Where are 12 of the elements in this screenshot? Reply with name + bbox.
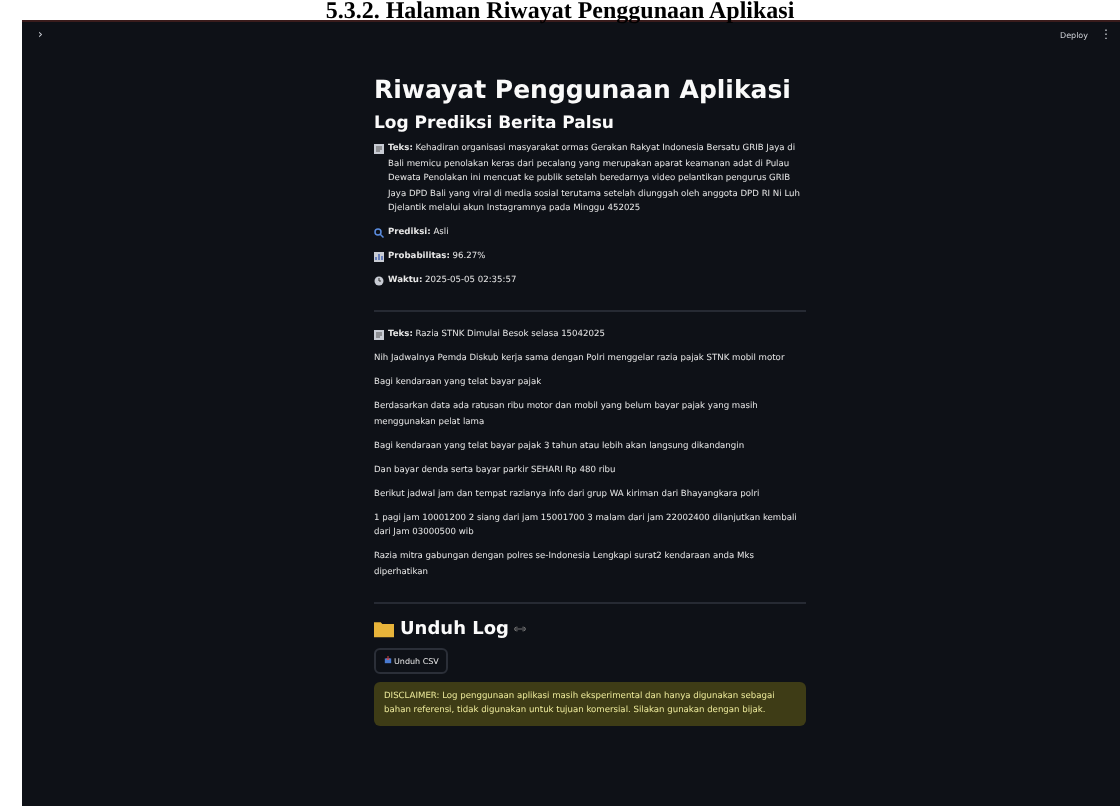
newspaper-icon [374,144,384,155]
folder-icon [374,620,394,638]
newspaper-icon [374,330,384,341]
download-icon [384,656,392,664]
link-icon [514,626,527,632]
clock-icon [374,276,384,287]
section-title: Unduh Log [400,619,509,639]
section-title: Log Prediksi Berita Palsu [374,114,616,134]
search-icon [374,228,384,239]
page-title: Riwayat Penggunaan Aplikasi [374,74,793,104]
chart-icon [374,252,384,263]
section-heading: 5.3.2. Halaman Riwayat Penggunaan Aplikasi [323,0,797,20]
